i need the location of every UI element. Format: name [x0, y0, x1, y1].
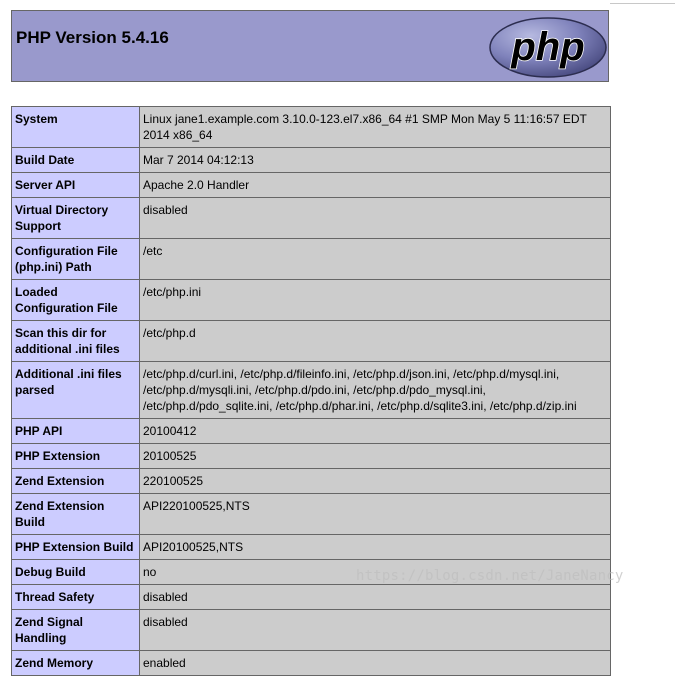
row-label: Zend Extension Build [11, 493, 140, 535]
php-logo: php [489, 17, 607, 78]
row-label: Zend Signal Handling [11, 609, 140, 651]
row-value: Linux jane1.example.com 3.10.0-123.el7.x… [139, 106, 611, 148]
row-label: Loaded Configuration File [11, 279, 140, 321]
row-value: 20100525 [139, 443, 611, 469]
table-row: PHP API 20100412 [11, 418, 611, 444]
row-value: /etc [139, 238, 611, 280]
row-label: Additional .ini files parsed [11, 361, 140, 419]
page-title: PHP Version 5.4.16 [16, 28, 169, 47]
table-row: Additional .ini files parsed/etc/php.d/c… [11, 361, 611, 419]
row-label: PHP API [11, 418, 140, 444]
row-value: 20100412 [139, 418, 611, 444]
row-value: disabled [139, 197, 611, 239]
watermark-text: https://blog.csdn.net/JaneNancy [356, 568, 624, 584]
table-row: Configuration File (php.ini) Path/etc [11, 238, 611, 280]
row-label: Configuration File (php.ini) Path [11, 238, 140, 280]
row-value: Apache 2.0 Handler [139, 172, 611, 198]
row-label: Build Date [11, 147, 140, 173]
row-label: Zend Memory [11, 650, 140, 676]
row-value: /etc/php.d [139, 320, 611, 362]
row-label: Thread Safety [11, 584, 140, 610]
row-value: /etc/php.d/curl.ini, /etc/php.d/fileinfo… [139, 361, 611, 419]
row-label: Scan this dir for additional .ini files [11, 320, 140, 362]
php-header: PHP Version 5.4.16 php [11, 10, 609, 82]
row-label: PHP Extension Build [11, 534, 140, 560]
row-value: enabled [139, 650, 611, 676]
table-row: Build Date Mar 7 2014 04:12:13 [11, 147, 611, 173]
table-row: Zend Memory enabled [11, 650, 611, 676]
row-value: API20100525,NTS [139, 534, 611, 560]
logo-text: php [510, 25, 584, 69]
row-value: Mar 7 2014 04:12:13 [139, 147, 611, 173]
row-value: disabled [139, 609, 611, 651]
row-label: Server API [11, 172, 140, 198]
row-label: Virtual Directory Support [11, 197, 140, 239]
top-divider [610, 3, 675, 4]
table-row: Thread Safety disabled [11, 584, 611, 610]
table-row: Zend Extension Build API220100525,NTS [11, 493, 611, 535]
row-label: System [11, 106, 140, 148]
table-row: PHP Extension Build API20100525,NTS [11, 534, 611, 560]
table-row: PHP Extension 20100525 [11, 443, 611, 469]
row-label: PHP Extension [11, 443, 140, 469]
row-value: /etc/php.ini [139, 279, 611, 321]
row-value: API220100525,NTS [139, 493, 611, 535]
table-row: Zend Extension 220100525 [11, 468, 611, 494]
row-label: Zend Extension [11, 468, 140, 494]
table-row: Zend Signal Handling disabled [11, 609, 611, 651]
row-value: 220100525 [139, 468, 611, 494]
table-row: System Linux jane1.example.com 3.10.0-123… [11, 106, 611, 148]
row-value: disabled [139, 584, 611, 610]
row-label: Debug Build [11, 559, 140, 585]
table-row: Loaded Configuration File/etc/php.ini [11, 279, 611, 321]
table-row: Scan this dir for additional .ini files /… [11, 320, 611, 362]
table-row: Server API Apache 2.0 Handler [11, 172, 611, 198]
php-info-table: System Linux jane1.example.com 3.10.0-123… [11, 106, 611, 676]
table-row: Virtual Directory Support disabled [11, 197, 611, 239]
